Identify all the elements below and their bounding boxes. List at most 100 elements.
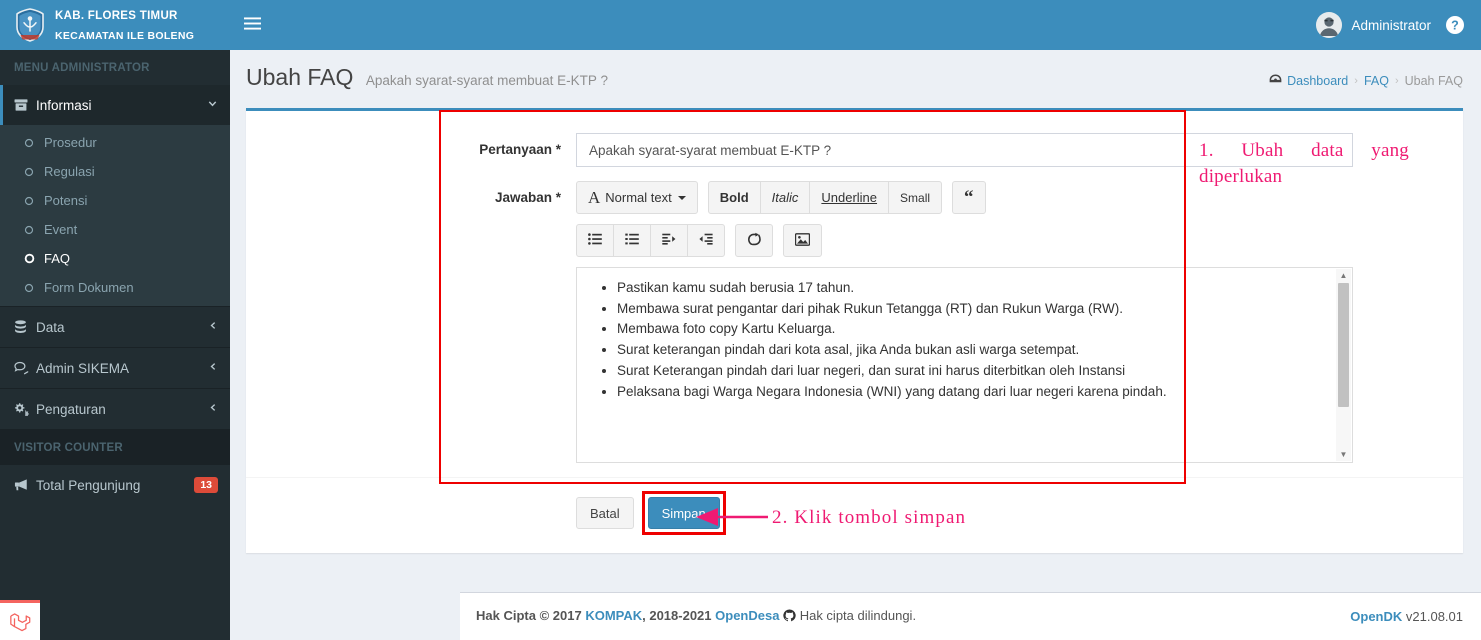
bullhorn-icon	[14, 478, 36, 492]
sidebar-subitem-label: Prosedur	[44, 135, 97, 150]
link-button[interactable]	[735, 224, 773, 257]
sidebar-item-label: Admin SIKEMA	[36, 360, 130, 376]
scrollbar-thumb[interactable]	[1338, 283, 1349, 407]
hamburger-icon[interactable]	[244, 16, 261, 35]
sidebar-visitor-header: VISITOR COUNTER	[0, 430, 230, 465]
list-item: Pastikan kamu sudah berusia 17 tahun.	[617, 278, 1330, 298]
circle-o-icon	[24, 253, 44, 264]
avatar	[1316, 12, 1343, 38]
link-group	[735, 224, 773, 257]
sidebar-item-admin-sikema[interactable]: Admin SIKEMA	[0, 348, 230, 388]
regency-emblem-icon	[14, 8, 46, 42]
answer-field-wrap: A Normal text Bold Italic Underline Smal…	[576, 181, 1463, 463]
text-style-dropdown[interactable]: A Normal text	[576, 181, 698, 214]
page-footer: Hak Cipta © 2017 KOMPAK, 2018-2021 OpenD…	[460, 592, 1481, 640]
outdent-button[interactable]	[687, 224, 725, 257]
sidebar-item-label: Data	[36, 319, 65, 335]
page-title: Ubah FAQ	[246, 64, 354, 90]
blockquote-icon: “	[964, 186, 974, 208]
blockquote-group: “	[952, 181, 986, 214]
sidebar: KAB. FLORES TIMUR KECAMATAN ILE BOLENG M…	[0, 0, 230, 640]
breadcrumb-item-faq[interactable]: FAQ	[1364, 74, 1389, 88]
breadcrumb-label: Dashboard	[1287, 74, 1349, 88]
breadcrumb-separator: ›	[1354, 75, 1358, 87]
sidebar-subitem-faq[interactable]: FAQ	[0, 244, 230, 273]
sidebar-item-pengaturan[interactable]: Pengaturan	[0, 389, 230, 429]
bold-button[interactable]: Bold	[707, 181, 761, 214]
circle-o-icon	[24, 138, 44, 148]
opendk-brand: OpenDK	[1350, 609, 1403, 624]
italic-button[interactable]: Italic	[759, 181, 811, 214]
sidebar-item-label: Informasi	[36, 97, 92, 113]
breadcrumb: Dashboard › FAQ › Ubah FAQ	[1269, 74, 1463, 88]
small-button[interactable]: Small	[888, 181, 943, 214]
answer-list: Pastikan kamu sudah berusia 17 tahun. Me…	[589, 278, 1330, 401]
sidebar-item-label: Total Pengunjung	[36, 477, 141, 493]
circle-o-icon	[24, 225, 44, 235]
comments-icon	[14, 361, 36, 375]
question-label: Pertanyaan *	[479, 142, 561, 157]
link-share-icon	[747, 232, 761, 249]
blockquote-button[interactable]: “	[952, 181, 986, 214]
answer-row: Jawaban * A Normal text Bold Italic Unde…	[246, 181, 1463, 463]
copyright-tail: Hak cipta dilindungi.	[799, 608, 917, 623]
sidebar-subitem-potensi[interactable]: Potensi	[0, 186, 230, 215]
scroll-up-arrow-icon[interactable]: ▲	[1340, 271, 1348, 280]
brand-line-1: KAB. FLORES TIMUR	[55, 10, 178, 23]
circle-o-icon	[24, 167, 44, 177]
breadcrumb-separator: ›	[1394, 75, 1399, 87]
circle-o-icon	[24, 283, 44, 293]
image-button[interactable]	[783, 224, 822, 257]
circle-o-icon	[24, 196, 44, 206]
page-title-group: Ubah FAQ Apakah syarat-syarat membuat E-…	[246, 64, 608, 91]
app-root: KAB. FLORES TIMUR KECAMATAN ILE BOLENG M…	[0, 0, 1481, 640]
answer-editor-content[interactable]: Pastikan kamu sudah berusia 17 tahun. Me…	[577, 268, 1352, 401]
chevron-left-icon	[208, 320, 218, 334]
brand-header[interactable]: KAB. FLORES TIMUR KECAMATAN ILE BOLENG	[0, 0, 230, 50]
sidebar-subitem-regulasi[interactable]: Regulasi	[0, 157, 230, 186]
sidebar-item-total-pengunjung[interactable]: Total Pengunjung 13	[0, 465, 230, 505]
database-icon	[14, 320, 36, 334]
sidebar-subitem-prosedur[interactable]: Prosedur	[0, 128, 230, 157]
version-info: OpenDK v21.08.01	[1350, 609, 1463, 624]
github-icon	[783, 609, 796, 625]
copyright-mid: , 2018-2021	[642, 608, 716, 623]
list-indent-group	[576, 224, 725, 257]
sidebar-item-informasi[interactable]: Informasi	[0, 85, 230, 125]
text-style-group: A Normal text	[576, 181, 698, 214]
archive-icon	[14, 98, 36, 112]
underline-button[interactable]: Underline	[809, 181, 890, 214]
list-item: Surat Keterangan pindah dari luar negeri…	[617, 361, 1330, 381]
sidebar-subitem-event[interactable]: Event	[0, 215, 230, 244]
kompak-link[interactable]: KOMPAK	[585, 608, 642, 623]
unordered-list-button[interactable]	[576, 224, 614, 257]
list-item: Surat keterangan pindah dari kota asal, …	[617, 340, 1330, 360]
chevron-left-icon	[208, 402, 218, 416]
text-style-label: Normal text	[605, 190, 672, 205]
editor-scrollbar[interactable]: ▲ ▼	[1336, 269, 1351, 461]
user-menu[interactable]: Administrator	[1316, 12, 1431, 38]
cancel-button[interactable]: Batal	[576, 497, 634, 529]
laravel-logo-icon	[0, 600, 40, 640]
question-circle-icon[interactable]: ?	[1445, 15, 1465, 35]
caret-down-icon	[677, 195, 686, 200]
breadcrumb-item-dashboard[interactable]: Dashboard	[1269, 74, 1348, 88]
ordered-list-button[interactable]	[613, 224, 651, 257]
sidebar-submenu-informasi: Prosedur Regulasi Potensi Event FAQ Form…	[0, 125, 230, 306]
opendesa-link[interactable]: OpenDesa	[715, 608, 779, 623]
scroll-down-arrow-icon[interactable]: ▼	[1340, 450, 1348, 459]
sidebar-item-data[interactable]: Data	[0, 307, 230, 347]
brand-text: KAB. FLORES TIMUR KECAMATAN ILE BOLENG	[55, 5, 194, 44]
image-group	[783, 224, 822, 257]
answer-editor[interactable]: Pastikan kamu sudah berusia 17 tahun. Me…	[576, 267, 1353, 463]
chevron-left-icon	[208, 361, 218, 375]
sidebar-subitem-label: Regulasi	[44, 164, 95, 179]
editor-toolbar-row-2	[576, 224, 1353, 257]
breadcrumb-item-current: Ubah FAQ	[1404, 74, 1463, 88]
dashboard-icon	[1269, 74, 1282, 88]
content-header: Ubah FAQ Apakah syarat-syarat membuat E-…	[230, 50, 1481, 102]
indent-icon	[662, 233, 676, 248]
indent-button[interactable]	[650, 224, 688, 257]
unordered-list-icon	[588, 233, 602, 248]
sidebar-subitem-form-dokumen[interactable]: Form Dokumen	[0, 273, 230, 302]
